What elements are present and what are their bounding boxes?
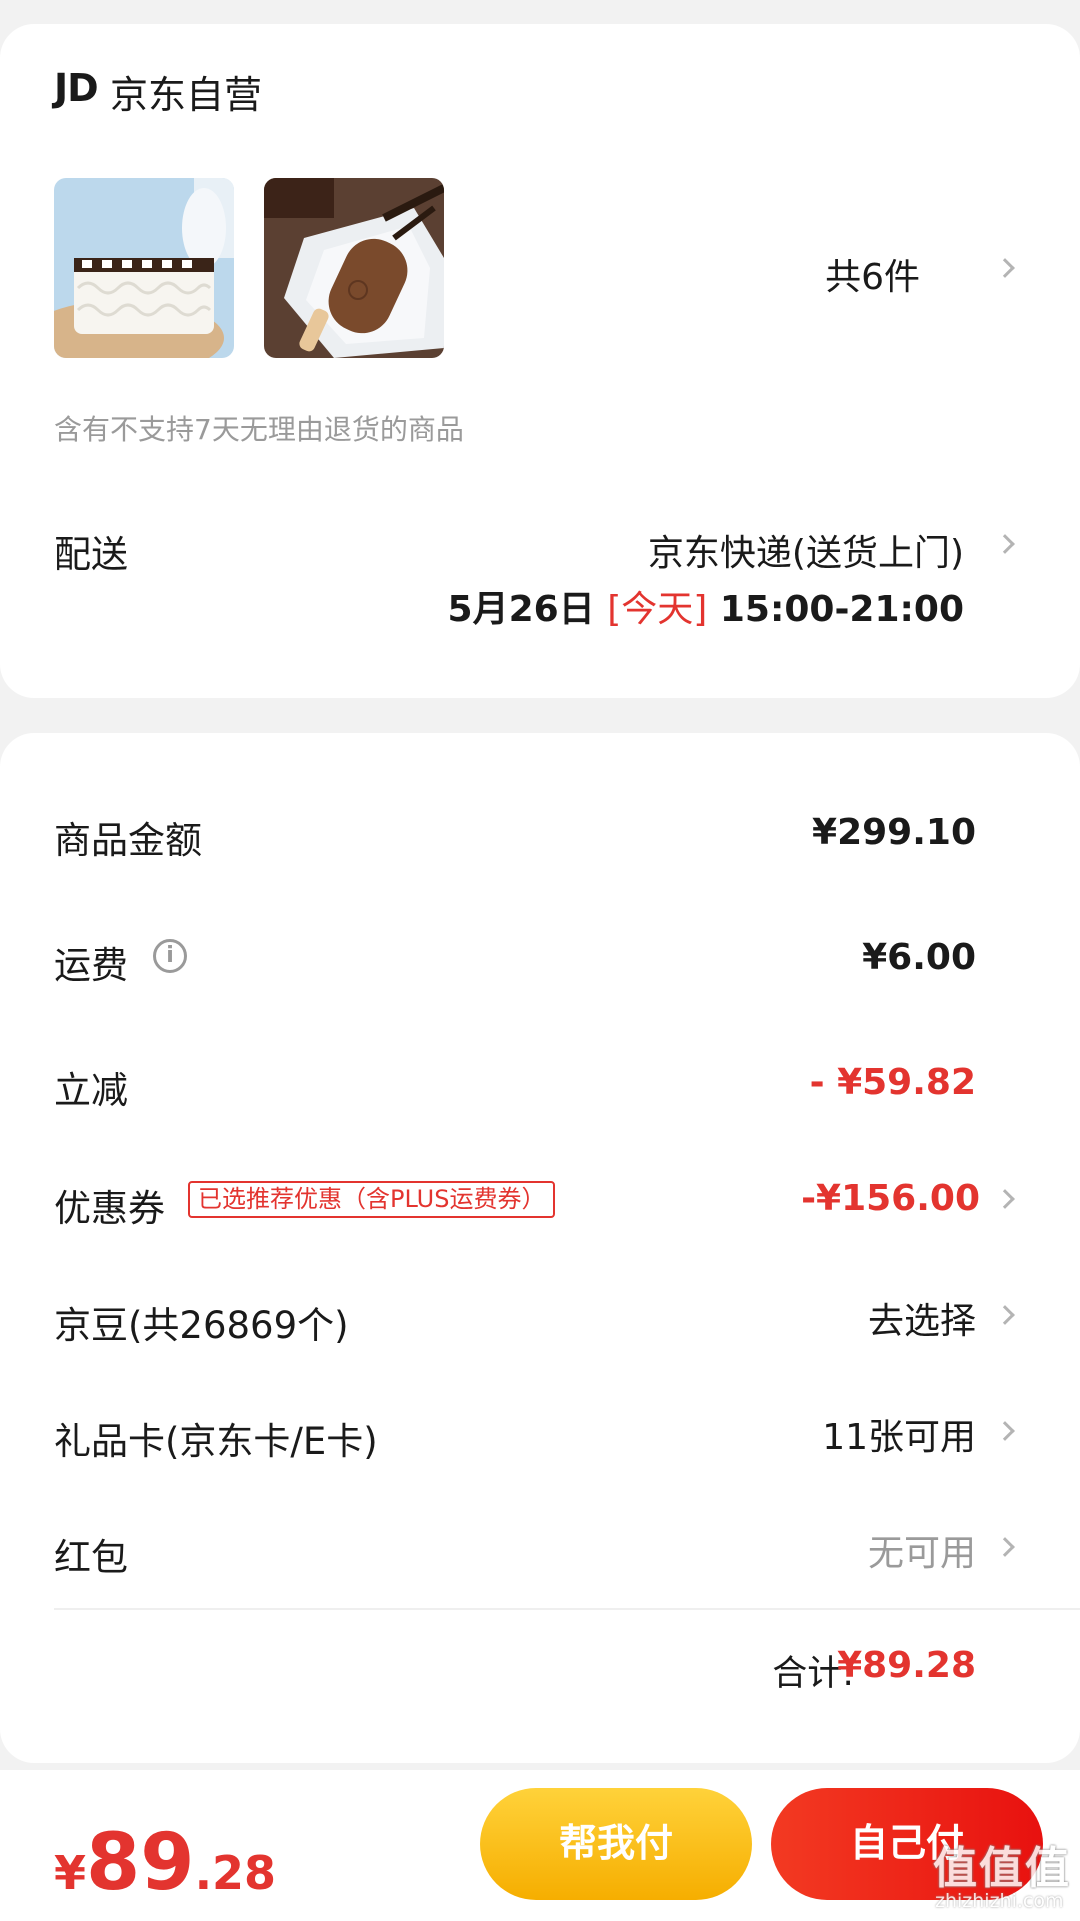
- watermark-url: zhizhizhi.com: [935, 1890, 1064, 1912]
- jingdou-label: 京豆(共26869个): [54, 1304, 349, 1347]
- price-decimal: .28: [194, 1846, 277, 1900]
- shipping-fee-label: 运费: [54, 944, 128, 987]
- divider: [54, 1608, 1080, 1610]
- delivery-date: 5月26日: [447, 589, 608, 630]
- jd-logo: JD: [54, 66, 99, 110]
- delivery-time-range: 15:00-21:00: [707, 589, 964, 630]
- coupon-value[interactable]: -¥156.00: [801, 1178, 980, 1219]
- gift-card-value[interactable]: 11张可用: [822, 1408, 976, 1460]
- goods-amount-label: 商品金额: [54, 819, 202, 862]
- watermark-logo: 值值值: [933, 1843, 1071, 1894]
- jingdou-select-link[interactable]: 去选择: [868, 1292, 976, 1344]
- store-name: 京东自营: [110, 73, 263, 117]
- total-value: ¥89.28: [837, 1645, 976, 1686]
- shipping-fee-value: ¥6.00: [862, 937, 976, 978]
- gift-card-label: 礼品卡(京东卡/E卡): [54, 1420, 378, 1463]
- delivery-time[interactable]: 5月26日 [今天] 15:00-21:00: [448, 580, 964, 632]
- red-packet-label: 红包: [54, 1536, 128, 1579]
- delivery-method[interactable]: 京东快递(送货上门): [648, 524, 964, 576]
- info-icon[interactable]: i: [153, 939, 187, 973]
- order-confirm-page: JD 京东自营 共6件 含有不支持7天无理由退货的商品 配送 京东快递(送货上门…: [0, 0, 1080, 1921]
- today-tag: [今天]: [607, 589, 708, 630]
- product-thumbnail[interactable]: [264, 178, 444, 358]
- milk-ice-cream-cake-image: [54, 178, 234, 358]
- currency-symbol: ¥: [54, 1846, 87, 1900]
- coupon-selected-badge: 已选推荐优惠（含PLUS运费券）: [188, 1181, 556, 1218]
- instant-discount-label: 立减: [54, 1069, 128, 1112]
- payable-amount: ¥89.28: [54, 1818, 276, 1908]
- chocolate-ice-cream-bar-image: [264, 178, 444, 358]
- coupon-label: 优惠券: [54, 1187, 165, 1230]
- instant-discount-value: - ¥59.82: [809, 1062, 976, 1103]
- red-packet-value[interactable]: 无可用: [868, 1524, 976, 1576]
- return-policy-notice: 含有不支持7天无理由退货的商品: [54, 413, 464, 446]
- goods-amount-value: ¥299.10: [812, 812, 976, 853]
- product-thumbnail[interactable]: [54, 178, 234, 358]
- item-count-link[interactable]: 共6件: [825, 248, 920, 300]
- help-me-pay-button[interactable]: 帮我付: [480, 1788, 752, 1900]
- price-integer: 89: [86, 1818, 195, 1908]
- delivery-label: 配送: [54, 533, 128, 576]
- site-watermark: 值值值 zhizhizhi.com: [925, 1832, 1075, 1918]
